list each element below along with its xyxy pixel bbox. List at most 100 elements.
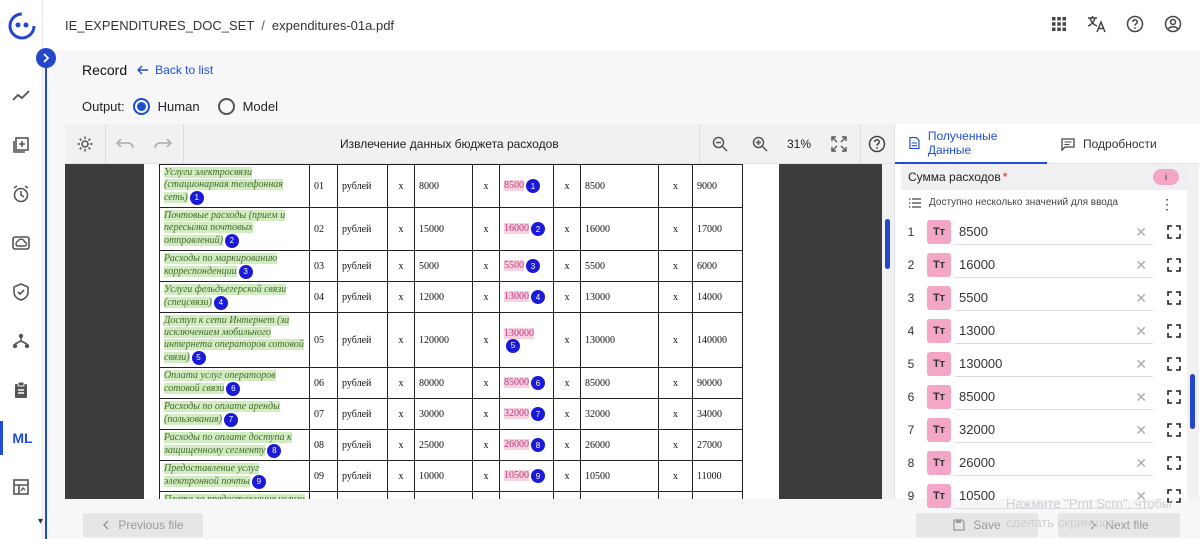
row-value-cell[interactable]: 16000 2 — [499, 207, 554, 251]
clear-icon[interactable]: ✕ — [1135, 323, 1147, 340]
expand-icon[interactable] — [1167, 224, 1181, 239]
panel-scrollbar[interactable] — [1187, 164, 1199, 499]
row-name-cell[interactable]: Расходы по оплате доступа к защищенному … — [159, 429, 310, 461]
output-model-label[interactable]: Model — [243, 99, 278, 114]
value-input[interactable]: 5500 ✕ — [955, 285, 1153, 311]
redo-icon[interactable] — [151, 124, 175, 164]
output-human-radio[interactable] — [132, 98, 150, 115]
row-badge[interactable]: 2 — [224, 234, 239, 248]
row-badge[interactable]: 5 — [191, 351, 206, 365]
expand-icon[interactable] — [1167, 356, 1181, 371]
value-input[interactable]: 8500 ✕ — [955, 219, 1153, 245]
output-model-radio[interactable] — [217, 98, 235, 115]
dashboard-icon[interactable] — [0, 470, 42, 504]
zoom-in-icon[interactable] — [748, 124, 772, 164]
row-badge[interactable]: 3 — [238, 265, 253, 279]
row-badge[interactable]: 1 — [189, 191, 204, 205]
expand-icon[interactable] — [1167, 389, 1181, 404]
panel-scrollbar-thumb[interactable] — [1190, 374, 1195, 429]
alarm-icon[interactable] — [0, 177, 42, 211]
output-human-label[interactable]: Human — [158, 99, 200, 114]
workflow-icon[interactable] — [0, 324, 42, 358]
row-value-cell[interactable]: 1300005 — [499, 312, 554, 368]
row-value-badge[interactable]: 7 — [531, 407, 545, 421]
row-badge[interactable]: 6 — [226, 382, 241, 396]
row-value-badge[interactable]: 9 — [531, 469, 545, 483]
row-value-cell[interactable]: 1900010 — [499, 491, 554, 499]
row-value-badge[interactable]: 2 — [531, 222, 545, 236]
undo-icon[interactable] — [113, 124, 137, 164]
row-value-cell[interactable]: 10500 9 — [499, 460, 554, 492]
analytics-icon[interactable] — [0, 79, 42, 113]
value-input[interactable]: 130000 ✕ — [955, 351, 1153, 377]
shield-icon[interactable] — [0, 275, 42, 309]
document-scrollbar-thumb[interactable] — [885, 219, 890, 269]
clear-icon[interactable]: ✕ — [1135, 422, 1147, 439]
value-input[interactable]: 16000 ✕ — [955, 252, 1153, 278]
text-type-badge[interactable]: Tт — [927, 219, 951, 244]
row-value-badge[interactable]: 6 — [531, 376, 545, 390]
row-value-badge[interactable]: 3 — [526, 259, 540, 273]
row-badge[interactable]: 4 — [213, 296, 228, 310]
zoom-out-icon[interactable] — [708, 124, 732, 164]
row-name-cell[interactable]: Услуги электросвязи (стационарная телефо… — [159, 164, 310, 208]
row-value-badge[interactable]: 8 — [531, 438, 545, 452]
expand-icon[interactable] — [1167, 323, 1181, 338]
text-type-badge[interactable]: Tт — [927, 450, 951, 475]
document-help-icon[interactable] — [865, 124, 889, 164]
clear-icon[interactable]: ✕ — [1135, 356, 1147, 373]
clear-icon[interactable]: ✕ — [1135, 257, 1147, 274]
clear-icon[interactable]: ✕ — [1135, 224, 1147, 241]
help-icon[interactable] — [1124, 13, 1146, 35]
previous-file-button[interactable]: Previous file — [83, 513, 203, 537]
value-input[interactable]: 26000 ✕ — [955, 450, 1153, 476]
value-input[interactable]: 32000 ✕ — [955, 417, 1153, 443]
rail-menu-caret-icon[interactable]: ▾ — [38, 516, 43, 527]
row-value-badge[interactable]: 5 — [506, 338, 520, 353]
back-to-list-link[interactable]: Back to list — [137, 63, 213, 77]
clear-icon[interactable]: ✕ — [1135, 290, 1147, 307]
row-value-cell[interactable]: 85000 6 — [499, 367, 554, 399]
breadcrumb-project[interactable]: IE_EXPENDITURES_DOC_SET — [65, 18, 254, 33]
tab-extracted-data[interactable]: Полученные Данные — [895, 124, 1047, 164]
row-name-cell[interactable]: Почтовые расходы (прием и пересылка почт… — [159, 207, 310, 251]
document-scrollbar[interactable] — [882, 164, 894, 499]
settings-gear-icon[interactable] — [73, 124, 97, 164]
row-badge[interactable]: 9 — [251, 475, 266, 489]
field-info-badge[interactable]: i — [1153, 169, 1179, 185]
value-input[interactable]: 13000 ✕ — [955, 318, 1153, 344]
row-name-cell[interactable]: Плата за предоставление услуги по объеди… — [159, 491, 310, 499]
value-input[interactable]: 85000 ✕ — [955, 384, 1153, 410]
text-type-badge[interactable]: Tт — [927, 318, 951, 343]
expand-icon[interactable] — [1167, 290, 1181, 305]
text-type-badge[interactable]: Tт — [927, 384, 951, 409]
row-name-cell[interactable]: Расходы по оплате аренды (пользования) 7 — [159, 398, 310, 430]
row-value-cell[interactable]: 32000 7 — [499, 398, 554, 430]
row-value-cell[interactable]: 26000 8 — [499, 429, 554, 461]
row-badge[interactable]: 8 — [267, 444, 282, 458]
row-name-cell[interactable]: Доступ к сети Интернет (за исключением м… — [159, 312, 310, 368]
row-name-cell[interactable]: Расходы по маркированию корреспонденции 3 — [159, 250, 310, 282]
more-vertical-icon[interactable]: ⋮ — [1160, 196, 1174, 213]
text-type-badge[interactable]: Tт — [927, 285, 951, 310]
field-header[interactable]: Сумма расходов * i — [901, 164, 1187, 190]
app-logo-icon[interactable] — [6, 10, 38, 42]
tab-details[interactable]: Подробности — [1047, 124, 1171, 164]
row-value-badge[interactable]: 4 — [531, 290, 545, 304]
apps-grid-icon[interactable] — [1048, 13, 1070, 35]
clear-icon[interactable]: ✕ — [1135, 389, 1147, 406]
row-value-cell[interactable]: 8500 1 — [499, 164, 554, 208]
row-name-cell[interactable]: Предоставление услуг электронной почты 9 — [159, 460, 310, 492]
cloud-icon[interactable] — [0, 226, 42, 260]
text-type-badge[interactable]: Tт — [927, 252, 951, 277]
expand-icon[interactable] — [1167, 257, 1181, 272]
expand-icon[interactable] — [1167, 455, 1181, 470]
expand-icon[interactable] — [1167, 422, 1181, 437]
clear-icon[interactable]: ✕ — [1135, 455, 1147, 472]
document-viewer[interactable]: Услуги электросвязи (стационарная телефо… — [65, 164, 894, 499]
row-name-cell[interactable]: Услуги фельдъегерской связи (спецсвязи) 4 — [159, 281, 310, 313]
fit-screen-icon[interactable] — [827, 124, 851, 164]
row-value-cell[interactable]: 13000 4 — [499, 281, 554, 313]
clipboard-icon[interactable] — [0, 373, 42, 407]
text-type-badge[interactable]: Tт — [927, 417, 951, 442]
